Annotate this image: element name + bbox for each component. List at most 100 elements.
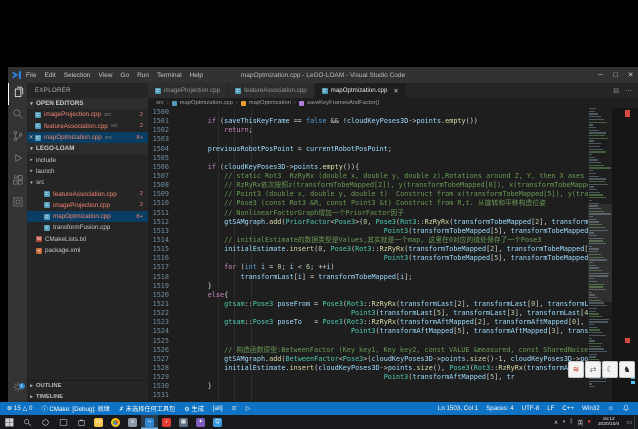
start-button[interactable] — [0, 415, 18, 429]
breadcrumb-item[interactable]: mapOptmization.cpp — [180, 100, 233, 106]
minimap[interactable] — [588, 108, 612, 402]
code-line[interactable]: 1523 gtsam::Pose3 poseTo = Pose3(Rot3::R… — [148, 318, 588, 327]
code-line[interactable]: 1528 initialEstimate.insert(cloudKeyPose… — [148, 364, 588, 373]
menu-help[interactable]: Help — [190, 72, 203, 79]
open-editor-item[interactable]: CimageProjection.cppsrc2 — [27, 109, 148, 120]
menu-go[interactable]: Go — [120, 72, 129, 79]
tab-mapOptmization.cpp[interactable]: CmapOptmization.cpp✕ — [315, 83, 407, 98]
tree-item-launch[interactable]: ▸launch — [27, 166, 148, 177]
status-cmake-launch[interactable]: ▷ — [246, 405, 251, 412]
code-line[interactable]: 1512 gtSAMgraph.add(PriorFactor<Pose3>(0… — [148, 218, 588, 227]
action-center[interactable]: ▭ — [626, 419, 632, 426]
network-icon[interactable]: ᛒ — [570, 419, 574, 425]
code-line[interactable]: 1531 — [148, 391, 588, 400]
code-line[interactable]: 1517 for (int i = 0; i < 6; ++i) — [148, 263, 588, 272]
code-line[interactable]: 1511 // NonlinearFactorGraph增加一个PriorFac… — [148, 209, 588, 218]
activity-bar-source-control[interactable] — [8, 127, 27, 149]
code-editor[interactable]: 15001501 if (saveThisKeyFrame == false &… — [148, 108, 588, 402]
menu-selection[interactable]: Selection — [64, 72, 91, 79]
status-cmake-build[interactable]: ⚙ 生成 — [184, 404, 204, 413]
taskbar-clock[interactable]: 15:122020/10/4 — [595, 417, 622, 427]
tree-item-include[interactable]: ▸include — [27, 154, 148, 165]
tree-item-CMakeLists-txt[interactable]: MCMakeLists.txt — [27, 234, 148, 245]
more-actions-icon[interactable]: ⋯ — [625, 87, 632, 95]
tree-item-featureAssociation-cpp[interactable]: CfeatureAssociation.cpp2 — [27, 188, 148, 199]
search-button[interactable] — [18, 415, 36, 429]
menu-file[interactable]: File — [26, 72, 36, 79]
open-editor-item[interactable]: CfeatureAssociation.cppsrc2 — [27, 121, 148, 132]
code-line[interactable]: 1519 } — [148, 282, 588, 291]
task-view-button[interactable] — [54, 415, 72, 429]
tray-badge[interactable]: ● — [587, 419, 591, 425]
code-line[interactable]: 1520 else{ — [148, 291, 588, 300]
tree-item-mapOptmization-cpp[interactable]: CmapOptmization.cpp8+ — [27, 211, 148, 222]
status-cmake-debug[interactable]: ⊙ — [232, 405, 237, 412]
code-line[interactable]: 1524 Point3(transformAftMapped[5], trans… — [148, 327, 588, 336]
code-line[interactable]: 1515 initialEstimate.insert(0, Pose3(Rot… — [148, 245, 588, 254]
minimap-slider[interactable] — [588, 204, 612, 302]
code-line[interactable]: 1516 Point3(transformTobeMapped[5], tran… — [148, 254, 588, 263]
code-line[interactable]: 1518 transformLast[i] = transformTobeMap… — [148, 273, 588, 282]
project-root-header[interactable]: ▾LEGO-LOAM — [27, 143, 148, 154]
activity-bar-search[interactable] — [8, 105, 27, 127]
panel-timeline[interactable]: ▸TIMELINE — [27, 392, 148, 403]
code-line[interactable]: 1500 — [148, 108, 588, 117]
overlay-button-red[interactable]: ≋ — [568, 361, 584, 378]
tab-imageProjection.cpp[interactable]: CimageProjection.cpp — [148, 83, 228, 98]
code-line[interactable]: 1505 — [148, 154, 588, 163]
activity-bar-extensions[interactable] — [8, 171, 27, 193]
code-line[interactable]: 1514 // initialEstimate的数据类型是Values,其实就是… — [148, 236, 588, 245]
breadcrumb-item[interactable]: saveKeyFramesAndFactor() — [307, 100, 379, 106]
overlay-button-cat[interactable]: ♞ — [619, 361, 635, 378]
close-button[interactable]: ✕ — [623, 67, 638, 83]
code-line[interactable]: 1508 // RzRyRx依次按照z(transformTobeMapped[… — [148, 181, 588, 190]
tab-featureAssociation.cpp[interactable]: CfeatureAssociation.cpp — [228, 83, 315, 98]
tray-expand[interactable]: ∧ — [554, 419, 558, 426]
taskbar-app-app-red[interactable]: ♪ — [158, 415, 175, 429]
overlay-button-darkmode[interactable]: ☾ — [602, 361, 618, 378]
status-problems[interactable]: ⊗ 15 △ 0 — [7, 405, 32, 412]
code-line[interactable]: 1526 // 构造函数原型:BetweenFactor (Key key1, … — [148, 346, 588, 355]
tree-item-transformFusion-cpp[interactable]: CtransformFusion.cpp — [27, 222, 148, 233]
taskbar-app-app-files[interactable]: ≡ — [124, 415, 141, 429]
breadcrumb-item[interactable]: mapOptmization — [249, 100, 291, 106]
code-line[interactable]: 1503 — [148, 135, 588, 144]
code-line[interactable]: 1521 gtsam::Pose3 poseFrom = Pose3(Rot3:… — [148, 300, 588, 309]
overlay-button-translate[interactable]: ⇄ — [585, 361, 601, 378]
status-notifications-bell-icon[interactable] — [622, 404, 630, 414]
menu-edit[interactable]: Edit — [44, 72, 55, 79]
breadcrumb-item[interactable]: src — [156, 100, 164, 106]
cortana-button[interactable] — [36, 415, 54, 429]
status-eol[interactable]: LF — [547, 405, 554, 412]
code-line[interactable]: 1507 // static Rot3 RzRyRx (double x, do… — [148, 172, 588, 181]
code-line[interactable]: 1525 — [148, 337, 588, 346]
ime-indicator[interactable]: 英 — [577, 418, 583, 427]
tab-close-icon[interactable]: ✕ — [393, 87, 398, 95]
code-line[interactable]: 1513 Point3(transformTobeMapped[5], tran… — [148, 227, 588, 236]
menu-view[interactable]: View — [98, 72, 112, 79]
close-icon[interactable]: ✕ — [27, 134, 35, 141]
taskbar-app-app-grid[interactable]: ▦ — [175, 415, 192, 429]
overview-ruler[interactable] — [612, 108, 638, 402]
tree-item-src[interactable]: ▾src — [27, 177, 148, 188]
code-line[interactable]: 1504 previousRobotPosPoint = currentRobo… — [148, 145, 588, 154]
status-language-mode[interactable]: C++ — [562, 405, 574, 412]
volume-icon[interactable]: ◖ — [562, 419, 566, 425]
activity-bar-settings[interactable]: 1 — [8, 378, 27, 400]
taskbar-app-vscode[interactable]: ‹› — [141, 415, 158, 429]
code-line[interactable]: 1522 Point3(transformLast[5], transformL… — [148, 309, 588, 318]
status-cursor-position[interactable]: Ln 1503, Col 1 — [438, 405, 478, 412]
minimize-button[interactable]: ─ — [593, 67, 608, 83]
tree-item-imageProjection-cpp[interactable]: CimageProjection.cpp2 — [27, 200, 148, 211]
taskbar-app-app-purple[interactable]: ✦ — [192, 415, 209, 429]
code-line[interactable]: 1510 // Pose3 (const Rot3 &R, const Poin… — [148, 199, 588, 208]
status-feedback[interactable]: ☺ — [608, 405, 614, 412]
activity-bar-explorer[interactable] — [8, 83, 28, 105]
status-platform[interactable]: Win32 — [582, 405, 600, 412]
taskbar-app-chrome[interactable] — [107, 415, 124, 429]
code-line[interactable]: 1530 } — [148, 382, 588, 391]
open-editor-item[interactable]: ✕CmapOptmization.cppsrc8+ — [27, 132, 148, 143]
taskbar-app-app-blue[interactable]: Q — [209, 415, 226, 429]
code-line[interactable]: 1501 if (saveThisKeyFrame == false && !c… — [148, 117, 588, 126]
status-cmake-status[interactable]: ⓘ CMake: [Debug]: 就绪 — [41, 404, 109, 413]
